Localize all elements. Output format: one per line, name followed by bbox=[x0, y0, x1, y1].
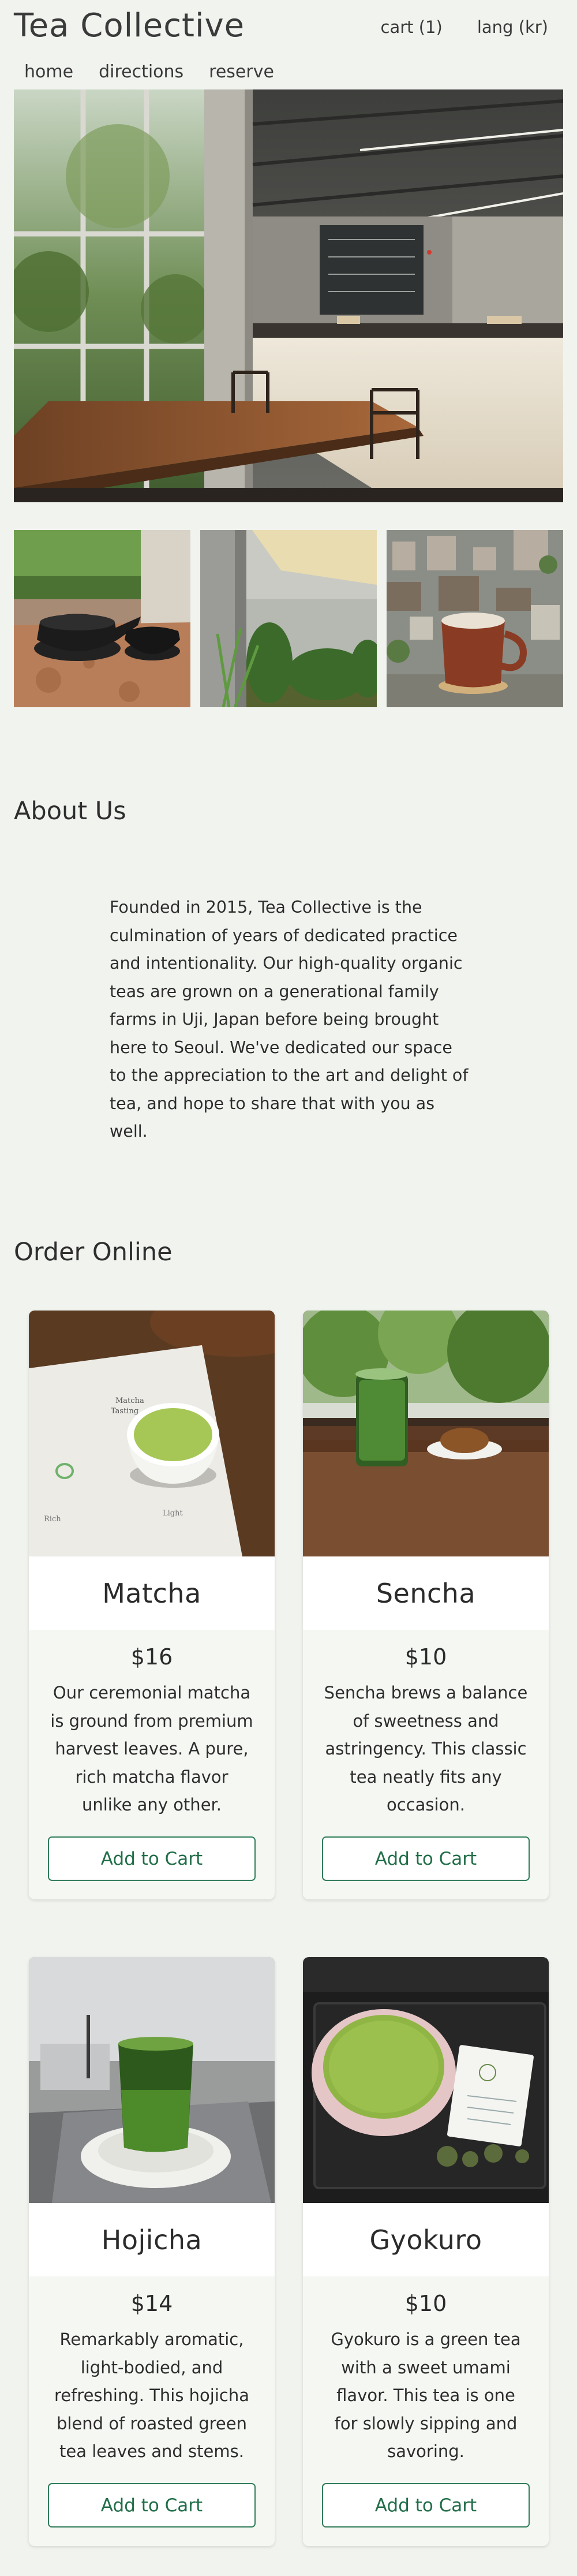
product-description: Remarkably aromatic, light-bodied, and r… bbox=[54, 2329, 250, 2461]
header-actions: cart (1) lang (kr) bbox=[381, 17, 549, 37]
sencha-product-photo bbox=[303, 1311, 549, 1556]
product-card-sencha: Sencha $10 Sencha brews a balance of swe… bbox=[303, 1311, 549, 1899]
cart-link[interactable]: cart (1) bbox=[381, 17, 443, 37]
product-price: $16 bbox=[130, 1644, 173, 1670]
nav-home[interactable]: home bbox=[24, 62, 73, 82]
main-nav: home directions reserve bbox=[24, 62, 274, 82]
nav-directions[interactable]: directions bbox=[99, 62, 183, 82]
product-description: Gyokuro is a green tea with a sweet umam… bbox=[331, 2329, 521, 2461]
site-header: Tea Collective cart (1) lang (kr) home d… bbox=[0, 0, 577, 87]
product-card-gyokuro: Gyokuro $10 Gyokuro is a green tea with … bbox=[303, 1957, 549, 2546]
add-to-cart-button-hojicha[interactable]: Add to Cart bbox=[48, 2483, 256, 2528]
photo-label-tasting: Tasting bbox=[111, 1407, 138, 1416]
photo-label-light: Light bbox=[163, 1509, 183, 1518]
photo-label-matcha: Matcha bbox=[115, 1397, 144, 1405]
product-description: Our ceremonial matcha is ground from pre… bbox=[50, 1683, 253, 1815]
product-description: Sencha brews a balance of sweetness and … bbox=[324, 1683, 528, 1815]
hero-cafe-interior-photo bbox=[14, 89, 563, 502]
about-section-title: About Us bbox=[14, 797, 126, 826]
thumbnail-latte-city-view[interactable] bbox=[387, 530, 563, 707]
product-name-band: Sencha bbox=[303, 1556, 549, 1630]
add-to-cart-button-sencha[interactable]: Add to Cart bbox=[322, 1836, 530, 1881]
matcha-product-photo: Matcha Tasting Rich Light bbox=[29, 1311, 275, 1556]
product-price: $10 bbox=[404, 1644, 447, 1670]
add-to-cart-button-gyokuro[interactable]: Add to Cart bbox=[322, 2483, 530, 2528]
product-name-band: Hojicha bbox=[29, 2203, 275, 2276]
product-card-matcha: Matcha Tasting Rich Light Matcha $16 Our… bbox=[29, 1311, 275, 1899]
product-price: $10 bbox=[404, 2291, 447, 2316]
product-name: Sencha bbox=[376, 1577, 476, 1609]
thumbnail-terrace-plants[interactable] bbox=[200, 530, 377, 707]
thumbnail-teapot-on-table[interactable] bbox=[14, 530, 190, 707]
brand-logo-text[interactable]: Tea Collective bbox=[14, 7, 245, 44]
product-name: Matcha bbox=[102, 1577, 201, 1609]
nav-reserve[interactable]: reserve bbox=[209, 62, 274, 82]
add-to-cart-button-matcha[interactable]: Add to Cart bbox=[48, 1836, 256, 1881]
product-price: $14 bbox=[130, 2291, 173, 2316]
gallery-thumbnails bbox=[14, 530, 563, 707]
product-card-hojicha: Hojicha $14 Remarkably aromatic, light-b… bbox=[29, 1957, 275, 2546]
product-name: Gyokuro bbox=[369, 2224, 482, 2256]
gyokuro-product-photo bbox=[303, 1957, 549, 2203]
hojicha-product-photo bbox=[29, 1957, 275, 2203]
about-description: Founded in 2015, Tea Collective is the c… bbox=[110, 898, 469, 1141]
product-name-band: Gyokuro bbox=[303, 2203, 549, 2276]
product-name-band: Matcha bbox=[29, 1556, 275, 1630]
language-switcher[interactable]: lang (kr) bbox=[477, 17, 548, 37]
product-name: Hojicha bbox=[101, 2224, 203, 2256]
photo-label-rich: Rich bbox=[44, 1515, 61, 1524]
order-section-title: Order Online bbox=[14, 1238, 173, 1267]
